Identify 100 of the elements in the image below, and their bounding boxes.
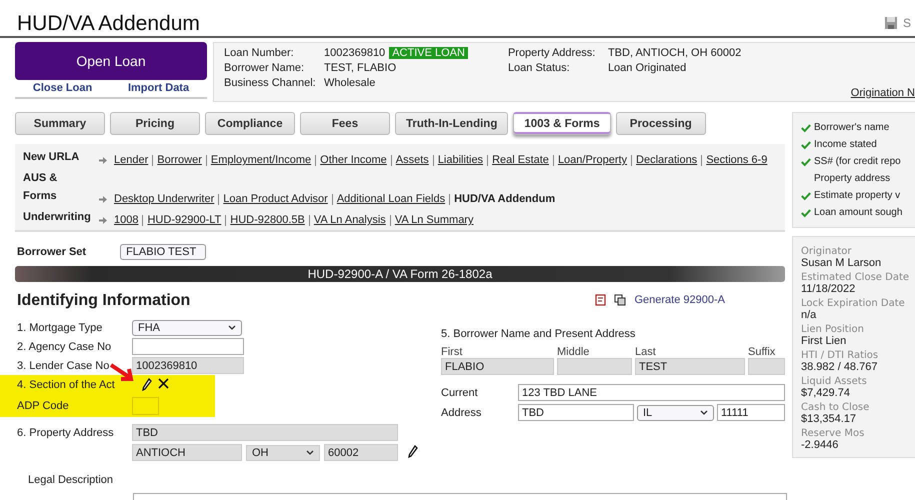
- property-zip-field[interactable]: 60002: [324, 444, 398, 461]
- subsection-heading: 5. Borrower Name and Present Address: [441, 328, 636, 340]
- column-label: Suffix: [748, 346, 776, 358]
- field-value: TEST, FLABIO: [324, 62, 396, 74]
- summary-value: $13,354.17: [801, 413, 858, 425]
- summary-label: Lien Position: [801, 324, 865, 335]
- field-label: Loan Status:: [508, 62, 571, 74]
- field-label: Property Address:: [508, 47, 596, 59]
- checklist-item: SS# (for credit repo: [814, 156, 901, 167]
- pencil-icon[interactable]: [408, 444, 418, 458]
- summary-value: First Lien: [801, 335, 848, 347]
- summary-value: Susan M Larson: [801, 257, 882, 269]
- arrow-icon: [98, 195, 108, 204]
- current-state-dropdown[interactable]: IL: [637, 404, 714, 420]
- page-title: HUD/VA Addendum: [17, 12, 200, 36]
- summary-label: Reserve Mos: [801, 428, 866, 439]
- status-badge: ACTIVE LOAN: [389, 47, 468, 59]
- nav-link[interactable]: Declarations: [631, 155, 702, 166]
- close-icon[interactable]: [158, 378, 169, 389]
- property-street-field[interactable]: TBD: [132, 424, 398, 441]
- summary-label: Lock Expiration Date: [801, 298, 906, 309]
- caret-icon: [700, 410, 708, 415]
- name-field[interactable]: [748, 358, 785, 375]
- header-link[interactable]: Close Loan: [32, 82, 92, 94]
- nav-link[interactable]: VA Ln Analysis: [308, 215, 390, 226]
- summary-value: n/a: [801, 309, 818, 321]
- tab[interactable]: 1003 & Forms: [513, 112, 611, 135]
- nav-group-label: Underwriting: [23, 210, 92, 225]
- current-street-field[interactable]: 123 TBD LANE: [518, 384, 785, 401]
- summary-label: Originator: [801, 246, 853, 257]
- nav-group-label: New URLA: [23, 150, 80, 165]
- generate-link[interactable]: Generate 92900-A: [634, 294, 725, 306]
- tab[interactable]: Compliance: [205, 112, 295, 135]
- nav-link[interactable]: Additional Loan Fields: [332, 194, 450, 205]
- name-field[interactable]: TEST: [635, 358, 745, 375]
- name-field[interactable]: FLABIO: [441, 358, 554, 375]
- caret-icon: [306, 450, 314, 455]
- checklist-item: Borrower's name: [814, 122, 890, 133]
- field-label: 4. Section of the Act: [17, 378, 116, 390]
- tab[interactable]: Fees: [300, 112, 390, 135]
- nav-link[interactable]: HUD/VA Addendum: [449, 194, 560, 205]
- tab[interactable]: Processing: [616, 112, 706, 135]
- form-title-bar: HUD-92900-A / VA Form 26-1802a: [15, 266, 785, 282]
- tab[interactable]: Pricing: [110, 112, 200, 135]
- mortgage-type-dropdown[interactable]: FHA: [132, 320, 242, 336]
- field-label: ADP Code: [17, 400, 70, 412]
- nav-link[interactable]: Sections 6-9: [701, 155, 772, 166]
- nav-link[interactable]: Liabilities: [432, 155, 488, 166]
- summary-value: 38.982 / 48.767: [801, 361, 878, 373]
- copy-icon[interactable]: [614, 294, 626, 306]
- header-link[interactable]: Import Data: [128, 82, 190, 94]
- field-label: Legal Description: [28, 474, 113, 486]
- field-label: Current: [441, 386, 479, 398]
- nav-link[interactable]: Assets: [390, 155, 433, 166]
- summary-label: Liquid Assets: [801, 376, 868, 387]
- current-city-field[interactable]: TBD: [518, 404, 634, 421]
- field-value: 1002369810: [324, 47, 386, 59]
- nav-link[interactable]: Real Estate: [487, 155, 553, 166]
- summary-label: Estimated Close Date: [801, 272, 910, 283]
- property-state-dropdown[interactable]: OH: [246, 444, 320, 460]
- nav-link[interactable]: Other Income: [315, 155, 391, 166]
- nav-link[interactable]: VA Ln Summary: [390, 215, 478, 226]
- section-heading: Identifying Information: [17, 292, 192, 310]
- field-label: 3. Lender Case No: [17, 360, 110, 372]
- field-value: Wholesale: [324, 77, 376, 89]
- arrow-icon: [98, 216, 108, 225]
- field-label: 1. Mortgage Type: [17, 322, 104, 334]
- checklist-item: Estimate property v: [814, 190, 900, 201]
- pdf-icon[interactable]: [595, 294, 606, 306]
- nav-group-label: AUS & Forms: [23, 171, 58, 204]
- open-loan-button[interactable]: Open Loan: [15, 42, 207, 80]
- nav-link[interactable]: Loan/Property: [552, 155, 632, 166]
- nav-link[interactable]: Borrower: [152, 155, 206, 166]
- property-city-field[interactable]: ANTIOCH: [132, 444, 242, 461]
- nav-link[interactable]: Lender: [114, 155, 152, 166]
- summary-value: 11/18/2022: [801, 283, 856, 295]
- caret-icon: [228, 325, 236, 330]
- nav-link[interactable]: Loan Product Advisor: [218, 194, 332, 205]
- checklist-item: Loan amount sough: [814, 207, 902, 218]
- pencil-icon[interactable]: [142, 378, 152, 391]
- lender-case-field[interactable]: 1002369810: [132, 357, 244, 374]
- checklist-item: Income stated: [814, 139, 877, 150]
- current-zip-field[interactable]: 11111: [717, 404, 785, 421]
- tab[interactable]: Summary: [15, 112, 105, 135]
- save-label[interactable]: S: [902, 16, 911, 30]
- nav-link[interactable]: HUD-92900-LT: [142, 215, 226, 226]
- tab[interactable]: Truth-In-Lending: [395, 112, 508, 135]
- checklist-item: Property address: [814, 173, 890, 184]
- nav-link[interactable]: HUD-92800.5B: [225, 215, 309, 226]
- adp-code-field[interactable]: [132, 396, 159, 414]
- nav-link[interactable]: Employment/Income: [206, 155, 316, 166]
- summary-value: -2.9446: [801, 439, 840, 451]
- field-label: Loan Number:: [224, 47, 295, 59]
- origination-link[interactable]: Origination N: [850, 87, 915, 99]
- nav-link[interactable]: Desktop Underwriter: [114, 194, 218, 205]
- borrower-set-dropdown[interactable]: FLABIO TEST: [120, 244, 206, 260]
- agency-case-field[interactable]: [132, 338, 244, 355]
- field-value: Loan Originated: [608, 62, 688, 74]
- nav-link[interactable]: 1008: [114, 215, 142, 226]
- name-field[interactable]: [557, 358, 632, 375]
